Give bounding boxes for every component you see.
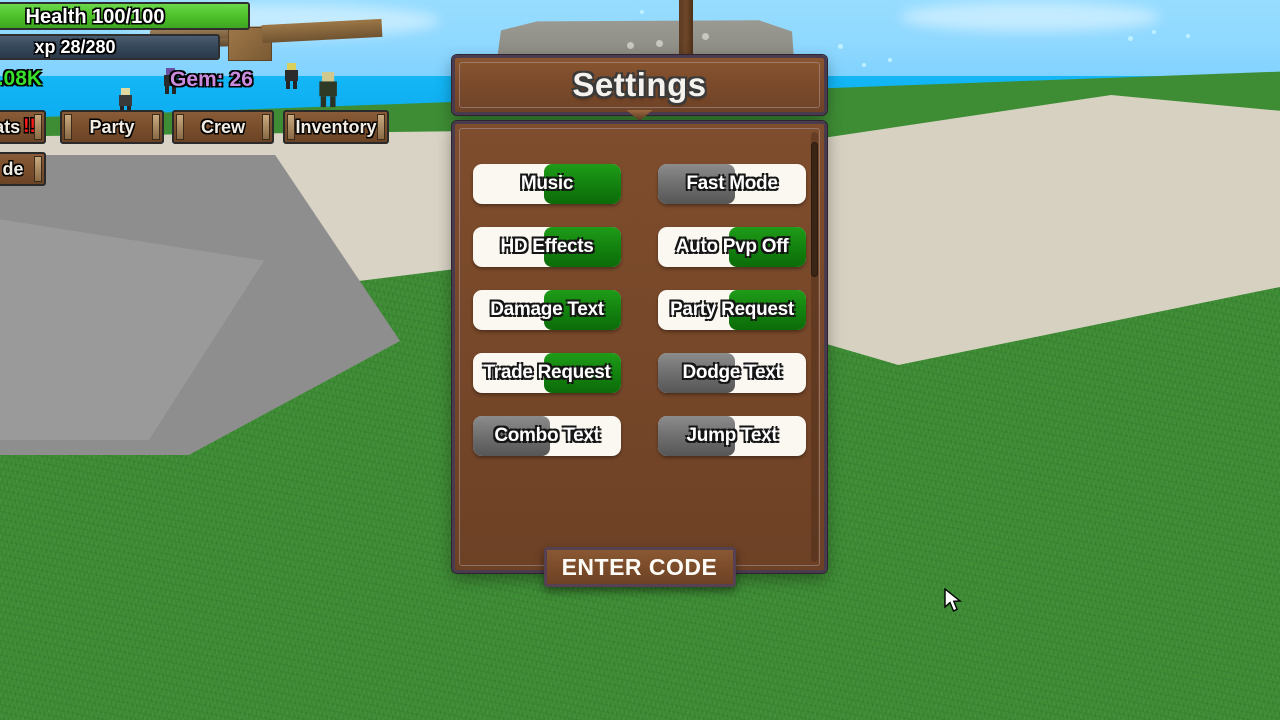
nav-button-crew[interactable]: Crew bbox=[172, 110, 274, 144]
toggle-hd-effects-label: HD Effects bbox=[500, 236, 594, 257]
enter-code-label: ENTER CODE bbox=[561, 553, 718, 580]
toggle-combo-text-label: Combo Text bbox=[494, 425, 600, 446]
nav-button-inventory-label: Inventory bbox=[295, 116, 377, 137]
nav-button-party[interactable]: Party bbox=[60, 110, 164, 144]
settings-body-panel: Music Fast Mode HD Effects Auto Pvp Off bbox=[452, 121, 827, 573]
toggle-fast-mode-label: Fast Mode bbox=[686, 173, 778, 194]
toggle-row: Trade Request Dodge Text bbox=[473, 353, 806, 393]
water-sparkle bbox=[640, 10, 644, 14]
nav-button-crew-label: Crew bbox=[200, 116, 245, 137]
settings-scrollbar-thumb[interactable] bbox=[811, 142, 818, 277]
toggle-fast-mode[interactable]: Fast Mode bbox=[658, 164, 806, 204]
xp-bar-label: xp 28/280 bbox=[34, 37, 116, 57]
water-sparkle bbox=[1186, 34, 1190, 38]
enter-code-button[interactable]: ENTER CODE bbox=[543, 547, 736, 587]
toggle-row: Combo Text Jump Text bbox=[473, 416, 806, 456]
toggle-damage-text-label: Damage Text bbox=[490, 299, 604, 320]
settings-window: Settings Music Fast Mode HD Effects Auto… bbox=[452, 55, 827, 587]
toggle-row: Damage Text Party Request bbox=[473, 290, 806, 330]
nav-button-stats-label: ats bbox=[0, 116, 21, 137]
nav-button-stats[interactable]: ats !! bbox=[0, 110, 46, 144]
toggle-music[interactable]: Music bbox=[473, 164, 621, 204]
xp-bar: xp 28/280 bbox=[0, 34, 220, 60]
water-sparkle bbox=[1128, 36, 1133, 41]
ship-mast bbox=[679, 0, 693, 62]
water-sparkle bbox=[1152, 30, 1156, 34]
stats-alert-badge: !! bbox=[23, 116, 36, 137]
toggle-trade-request-label: Trade Request bbox=[483, 362, 611, 383]
wall-stud bbox=[656, 40, 663, 47]
water-sparkle bbox=[888, 58, 892, 62]
toggle-row: HD Effects Auto Pvp Off bbox=[473, 227, 806, 267]
toggle-dodge-text-label: Dodge Text bbox=[682, 362, 782, 383]
toggle-party-request-label: Party Request bbox=[670, 299, 794, 320]
toggle-auto-pvp-off-label: Auto Pvp Off bbox=[675, 236, 789, 257]
settings-toggle-list: Music Fast Mode HD Effects Auto Pvp Off bbox=[455, 164, 824, 456]
title-notch bbox=[626, 110, 653, 121]
settings-title: Settings bbox=[572, 66, 707, 103]
toggle-damage-text[interactable]: Damage Text bbox=[473, 290, 621, 330]
toggle-trade-request[interactable]: Trade Request bbox=[473, 353, 621, 393]
nav-button-trade[interactable]: de bbox=[0, 152, 46, 186]
toggle-jump-text[interactable]: Jump Text bbox=[658, 416, 806, 456]
health-bar: Health 100/100 bbox=[0, 2, 250, 30]
wall-stud bbox=[702, 33, 709, 40]
toggle-jump-text-label: Jump Text bbox=[686, 425, 778, 446]
nav-button-party-label: Party bbox=[89, 116, 135, 137]
wall-stud bbox=[627, 42, 634, 49]
cloud bbox=[900, 2, 1160, 32]
water-sparkle bbox=[838, 44, 843, 49]
toggle-combo-text[interactable]: Combo Text bbox=[473, 416, 621, 456]
toggle-dodge-text[interactable]: Dodge Text bbox=[658, 353, 806, 393]
toggle-hd-effects[interactable]: HD Effects bbox=[473, 227, 621, 267]
settings-title-bar: Settings bbox=[452, 55, 827, 121]
toggle-party-request[interactable]: Party Request bbox=[658, 290, 806, 330]
nav-button-trade-label: de bbox=[2, 158, 24, 179]
toggle-music-label: Music bbox=[520, 173, 574, 194]
health-bar-label: Health 100/100 bbox=[25, 6, 165, 28]
water-sparkle bbox=[862, 63, 866, 67]
cash-counter: 0.08K bbox=[0, 67, 43, 90]
toggle-auto-pvp-off[interactable]: Auto Pvp Off bbox=[658, 227, 806, 267]
nav-button-inventory[interactable]: Inventory bbox=[283, 110, 389, 144]
gem-counter: Gem: 26 bbox=[170, 68, 253, 91]
toggle-row: Music Fast Mode bbox=[473, 164, 806, 204]
mouse-cursor bbox=[944, 587, 962, 619]
game-screen: Health 100/100 xp 28/280 0.08K Gem: 26 a… bbox=[0, 0, 1280, 720]
